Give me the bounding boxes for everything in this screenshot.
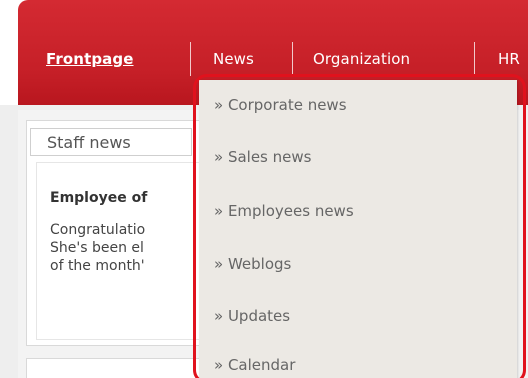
nav-separator	[292, 42, 293, 76]
article-text-line: Congratulatio	[50, 222, 146, 238]
nav-separator	[190, 42, 191, 76]
nav-item-frontpage[interactable]: Frontpage	[46, 50, 134, 68]
nav-item-news[interactable]: News	[213, 50, 254, 68]
page: Frontpage News Organization HR Staff new…	[0, 0, 528, 378]
article-text-line: of the month'	[50, 258, 145, 274]
article-title[interactable]: Employee of	[50, 190, 147, 206]
nav-item-hr[interactable]: HR	[498, 50, 520, 68]
highlight-outline	[193, 74, 526, 378]
article-text-line: She's been el	[50, 240, 144, 256]
tab-staff-news[interactable]: Staff news	[30, 128, 192, 156]
nav-separator	[474, 42, 475, 76]
nav-item-organization[interactable]: Organization	[313, 50, 410, 68]
